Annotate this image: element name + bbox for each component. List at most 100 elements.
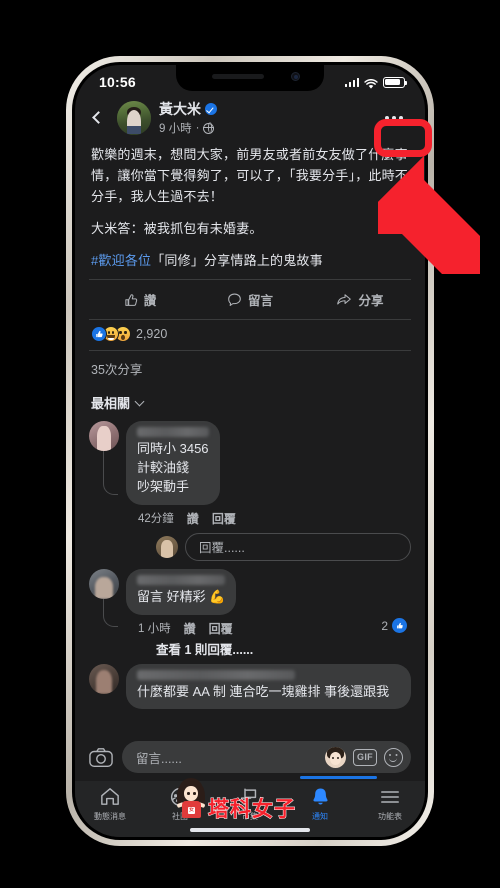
comment-button-label: 留言 [247, 294, 273, 309]
comment-like-action[interactable]: 讚 [184, 620, 196, 637]
comment-bubble: 什麼都要 AA 制 連合吃一塊雞排 事後還跟我 [126, 663, 411, 710]
like-button-label: 讚 [143, 294, 157, 309]
avatar-sticker-icon[interactable] [325, 746, 346, 768]
battery-icon [383, 76, 407, 88]
comment-like-action[interactable]: 讚 [187, 510, 199, 527]
hashtag-link[interactable]: #歡迎各位 [91, 253, 151, 268]
post-body: 歡樂的週末，想問大家，前男友或者前女友做了什麼事情，讓你當下覺得夠了，可以了，「… [75, 142, 425, 279]
current-user-avatar [156, 535, 178, 558]
comment-item: 同時小 3456 計較油錢 吵架動手 42分鐘 讚 回覆 回覆...... [89, 421, 411, 565]
more-options-button[interactable] [377, 105, 411, 131]
commenter-avatar[interactable] [89, 663, 119, 694]
comment-meta: 1 小時 讚 回覆 [126, 615, 233, 637]
comment-text-line: 吵架動手 [137, 478, 190, 494]
phone-frame: 10:56 黃大米 9 小時 · 歡樂的週末，想問大家，前男友或者前女友做了什麼… [66, 56, 434, 846]
comment-input-field[interactable]: 留言...... GIF [122, 741, 411, 773]
comment-meta: 42分鐘 讚 回覆 [126, 505, 411, 527]
comment-sort-label: 最相關 [91, 396, 131, 412]
comments-list: 同時小 3456 計較油錢 吵架動手 42分鐘 讚 回覆 回覆...... 留言… [75, 421, 425, 710]
comment-sort-selector[interactable]: 最相關 [75, 387, 425, 421]
comment-input-placeholder: 留言...... [136, 751, 182, 766]
phone-screen: 10:56 黃大米 9 小時 · 歡樂的週末，想問大家，前男友或者前女友做了什麼… [75, 65, 425, 837]
back-button[interactable] [85, 103, 109, 133]
thread-connector [103, 451, 118, 496]
commenter-name-blurred [137, 574, 226, 585]
view-replies-link[interactable]: 查看 1 則回覆...... [126, 637, 411, 662]
watermark-text: 塔科女子 [208, 798, 296, 821]
gif-icon[interactable]: GIF [353, 748, 377, 766]
post-paragraph-1: 歡樂的週末，想問大家，前男友或者前女友做了什麼事情，讓你當下覺得夠了，可以了，「… [91, 147, 409, 205]
comment-timestamp: 1 小時 [138, 623, 171, 636]
nav-item-menu[interactable]: 功能表 [355, 786, 425, 822]
back-chevron-icon [92, 111, 105, 124]
post-hashtag-line: #歡迎各位「同修」分享情路上的鬼故事 [91, 250, 409, 271]
author-avatar[interactable] [117, 100, 151, 135]
post-paragraph-2: 大米答：被我抓包有未婚妻。 [91, 221, 263, 237]
commenter-avatar[interactable] [89, 568, 119, 599]
share-arrow-icon [336, 292, 352, 307]
verified-badge-icon [205, 103, 217, 115]
hamburger-menu-icon [380, 786, 400, 807]
reactions-summary[interactable]: 2,920 [75, 320, 425, 350]
post-meta-row: 9 小時 · [159, 120, 369, 136]
comment-timestamp: 42分鐘 [138, 513, 174, 526]
comment-bubble-icon [227, 292, 242, 307]
screenshot-root: 10:56 黃大米 9 小時 · 歡樂的週末，想問大家，前男友或者前女友做了什麼… [0, 0, 500, 888]
comment-meta-row: 1 小時 讚 回覆 2 [126, 615, 411, 637]
comment-item: 什麼都要 AA 制 連合吃一塊雞排 事後還跟我 [89, 663, 411, 710]
post-action-bar: 讚 留言 分享 [75, 280, 425, 319]
comment-text-line: 什麼都要 AA 制 連合吃一塊雞排 事後還跟我 [137, 683, 390, 699]
bell-icon [311, 786, 330, 807]
nav-label: 通知 [312, 812, 328, 821]
reply-input[interactable]: 回覆...... [185, 532, 411, 561]
reaction-count: 2,920 [136, 327, 168, 342]
thumbs-up-icon [124, 293, 138, 307]
front-camera-icon [291, 72, 300, 81]
comment-like-count-badge[interactable]: 2 [381, 618, 411, 634]
comment-like-count: 2 [381, 618, 388, 633]
author-name[interactable]: 黃大米 [159, 99, 201, 119]
like-badge-icon [392, 618, 407, 634]
comment-text-line: 留言 好精彩 💪 [137, 588, 226, 604]
chevron-down-icon [134, 396, 145, 407]
share-button[interactable]: 分享 [305, 287, 415, 312]
nav-label: 功能表 [378, 812, 402, 821]
comment-content: 同時小 3456 計較油錢 吵架動手 42分鐘 讚 回覆 回覆...... [126, 421, 411, 565]
post-header: 黃大米 9 小時 · [75, 95, 425, 142]
comment-reply-action[interactable]: 回覆 [212, 510, 236, 527]
comment-text-line: 同時小 3456 [137, 441, 209, 457]
comment-item: 留言 好精彩 💪 1 小時 讚 回覆 2 查看 1 則回覆...... [89, 568, 411, 662]
home-icon [100, 786, 120, 807]
nav-item-feed[interactable]: 動態消息 [75, 786, 145, 822]
comment-bubble: 留言 好精彩 💪 [126, 568, 237, 615]
post-timestamp: 9 小時 [159, 123, 192, 135]
home-indicator [190, 828, 310, 832]
hashtag-trailing-text: 「同修」分享情路上的鬼故事 [151, 253, 323, 269]
camera-icon[interactable] [89, 747, 113, 768]
comment-composer: 留言...... GIF [75, 734, 425, 781]
status-time: 10:56 [99, 74, 136, 90]
comment-reply-action[interactable]: 回覆 [209, 620, 233, 637]
share-button-label: 分享 [358, 294, 384, 309]
nav-label: 動態消息 [94, 812, 126, 821]
thread-connector [103, 598, 118, 627]
wifi-icon [364, 77, 378, 89]
post-text: 歡樂的週末，想問大家，前男友或者前女友做了什麼事情，讓你當下覺得夠了，可以了，「… [91, 144, 409, 271]
comment-bubble: 同時小 3456 計較油錢 吵架動手 [126, 421, 220, 505]
globe-icon [203, 122, 215, 134]
phone-bezel: 10:56 黃大米 9 小時 · 歡樂的週末，想問大家，前男友或者前女友做了什麼… [72, 62, 428, 840]
phone-notch [176, 65, 324, 91]
mascot-girl-icon: 女 [176, 778, 206, 822]
reply-composer-row: 回覆...... [126, 527, 411, 565]
cellular-signal-icon [344, 77, 359, 87]
smiley-icon[interactable] [384, 747, 403, 767]
shares-count[interactable]: 35次分享 [75, 351, 425, 387]
comment-button[interactable]: 留言 [195, 287, 305, 312]
status-indicators [344, 76, 407, 89]
keyboard-drag-indicator[interactable] [300, 776, 377, 779]
reaction-icons [91, 326, 131, 343]
like-button[interactable]: 讚 [85, 287, 195, 312]
comment-text-line: 計較油錢 [137, 460, 190, 476]
commenter-avatar[interactable] [89, 421, 119, 452]
commenter-name-blurred [137, 427, 209, 438]
